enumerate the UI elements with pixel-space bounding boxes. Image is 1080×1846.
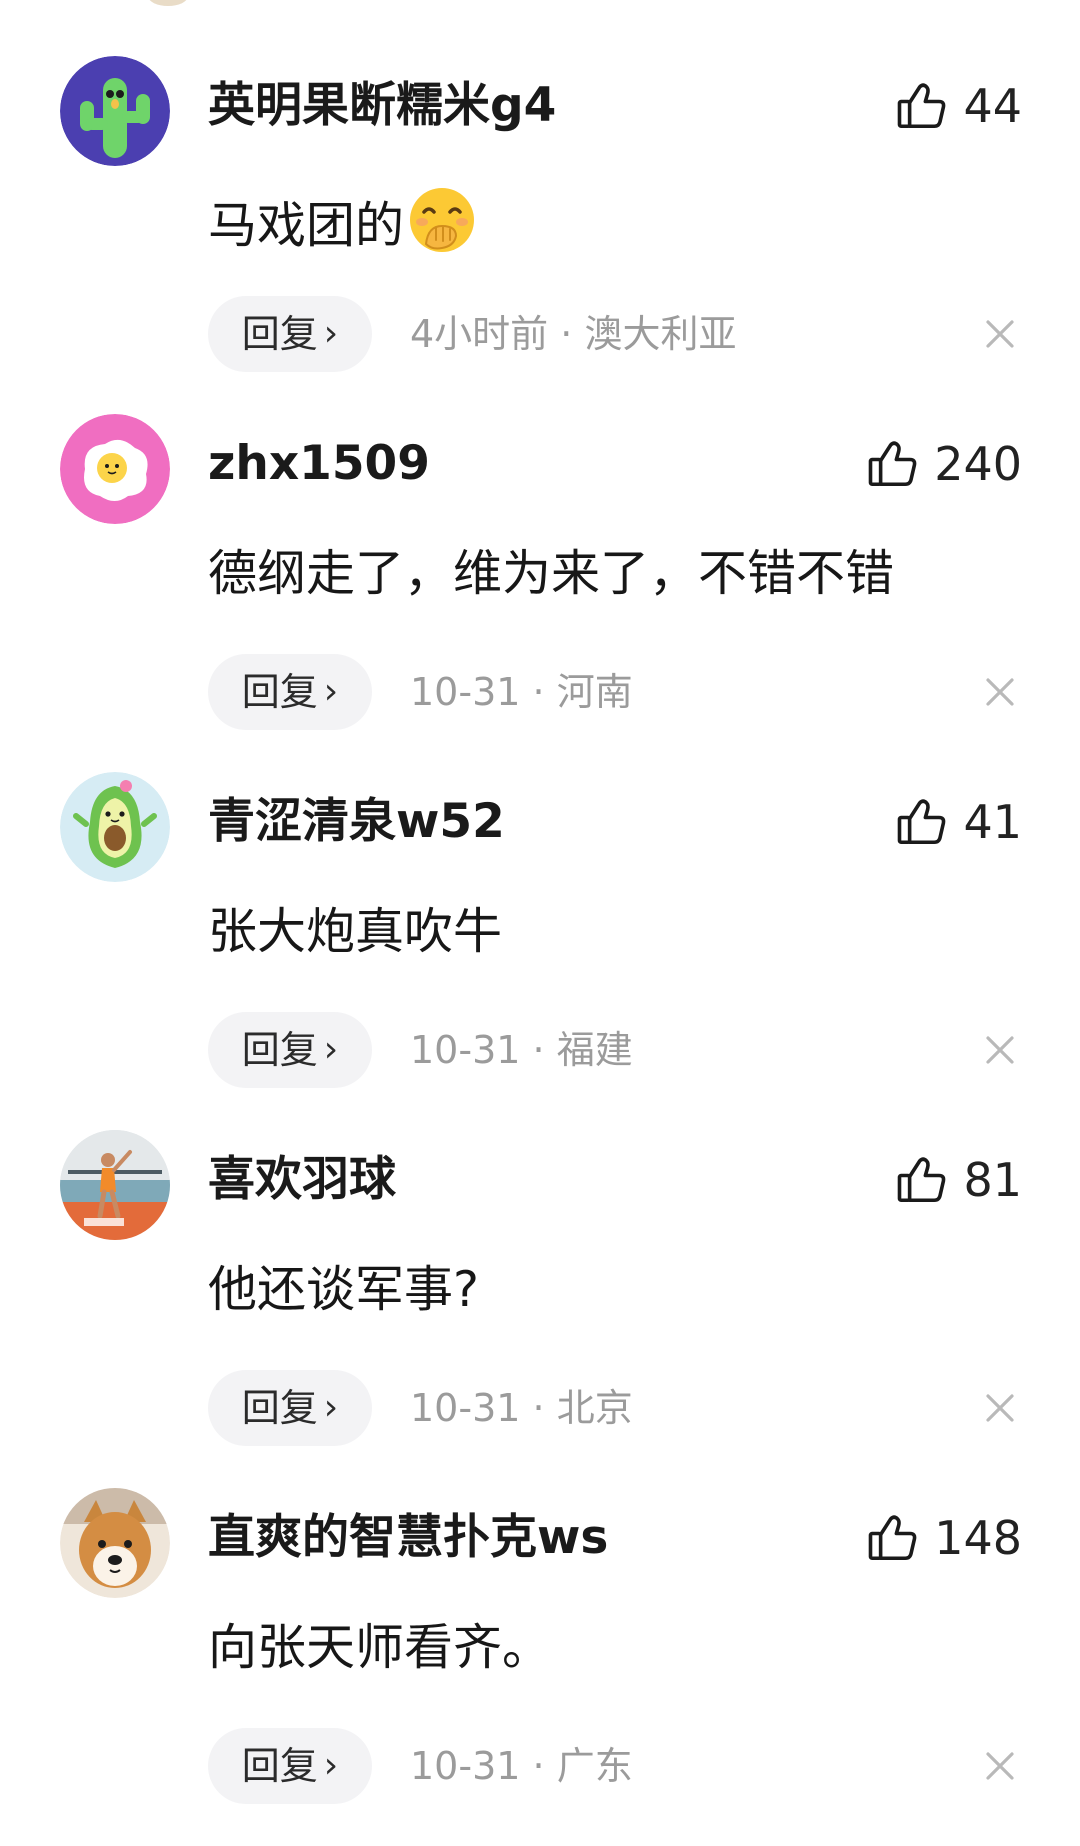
comment-meta: 10-31 · 广东 <box>410 1728 633 1804</box>
reply-button[interactable]: 回复 › <box>208 1728 372 1804</box>
comment-text: 马戏团的 <box>208 184 478 258</box>
reply-label: 回复 <box>241 1386 318 1430</box>
comment-text: 张大炮真吹牛 <box>208 903 503 960</box>
comment-meta: 10-31 · 福建 <box>410 1012 633 1088</box>
comment-time: 10-31 <box>410 1744 521 1788</box>
thumbs-up-icon <box>895 79 949 133</box>
like-button[interactable]: 240 <box>866 434 1022 494</box>
like-count: 41 <box>963 795 1022 849</box>
face-with-hand-over-mouth-icon <box>404 188 478 254</box>
comment-location: 河南 <box>556 670 633 714</box>
like-button[interactable]: 44 <box>895 76 1022 136</box>
reply-label: 回复 <box>241 1028 318 1072</box>
comment-meta: 4小时前 · 澳大利亚 <box>410 296 736 372</box>
comment-item: 直爽的智慧扑克ws 148 向张天师看齐。 回复 › 10-31 · 广东 <box>0 1488 1080 1846</box>
chevron-right-icon: › <box>323 313 339 354</box>
reply-label: 回复 <box>241 1744 318 1788</box>
previous-avatar-edge <box>148 0 188 6</box>
thumbs-up-icon <box>895 795 949 849</box>
reply-label: 回复 <box>241 670 318 714</box>
meta-separator: · <box>532 1028 545 1072</box>
username[interactable]: zhx1509 <box>208 434 430 494</box>
comment-item: 青涩清泉w52 41 张大炮真吹牛 回复 › 10-31 · 福建 <box>0 772 1080 1130</box>
close-icon[interactable] <box>978 1386 1022 1430</box>
like-count: 240 <box>934 437 1022 491</box>
reply-button[interactable]: 回复 › <box>208 296 372 372</box>
thumbs-up-icon <box>895 1153 949 1207</box>
comment-location: 澳大利亚 <box>584 312 737 356</box>
reply-button[interactable]: 回复 › <box>208 1370 372 1446</box>
comment-location: 北京 <box>556 1386 633 1430</box>
username[interactable]: 喜欢羽球 <box>208 1150 396 1210</box>
cactus-avatar[interactable] <box>60 56 170 166</box>
comment-meta: 10-31 · 河南 <box>410 654 633 730</box>
meta-separator: · <box>532 1386 545 1430</box>
chevron-right-icon: › <box>323 1387 339 1428</box>
like-count: 81 <box>963 1153 1022 1207</box>
meta-separator: · <box>560 312 573 356</box>
fried-egg-avatar[interactable] <box>60 414 170 524</box>
meta-separator: · <box>532 670 545 714</box>
comment-item: zhx1509 240 德纲走了，维为来了，不错不错 回复 › 10-31 · … <box>0 414 1080 772</box>
username[interactable]: 英明果断糯米g4 <box>208 76 556 136</box>
reply-button[interactable]: 回复 › <box>208 1012 372 1088</box>
chevron-right-icon: › <box>323 1029 339 1070</box>
close-icon[interactable] <box>978 1744 1022 1788</box>
comment-time: 10-31 <box>410 1386 521 1430</box>
close-icon[interactable] <box>978 1028 1022 1072</box>
comment-text-body: 马戏团的 <box>208 197 405 254</box>
comment-text: 他还谈军事? <box>208 1261 480 1318</box>
like-count: 44 <box>963 79 1022 133</box>
badminton-photo-avatar[interactable] <box>60 1130 170 1240</box>
shiba-dog-avatar[interactable] <box>60 1488 170 1598</box>
like-button[interactable]: 41 <box>895 792 1022 852</box>
meta-separator: · <box>532 1744 545 1788</box>
chevron-right-icon: › <box>323 1745 339 1786</box>
reply-label: 回复 <box>241 312 318 356</box>
like-button[interactable]: 81 <box>895 1150 1022 1210</box>
comment-location: 福建 <box>556 1028 633 1072</box>
comment-time: 10-31 <box>410 1028 521 1072</box>
comment-location: 广东 <box>556 1744 633 1788</box>
avocado-avatar[interactable] <box>60 772 170 882</box>
comment-item: 英明果断糯米g4 44 马戏团的 回复 › 4小时前 · 澳大利亚 <box>0 56 1080 414</box>
close-icon[interactable] <box>978 312 1022 356</box>
thumbs-up-icon <box>866 1511 920 1565</box>
comment-text: 德纲走了，维为来了，不错不错 <box>208 545 895 602</box>
username[interactable]: 青涩清泉w52 <box>208 792 505 852</box>
username[interactable]: 直爽的智慧扑克ws <box>208 1508 608 1568</box>
comment-meta: 10-31 · 北京 <box>410 1370 633 1446</box>
chevron-right-icon: › <box>323 671 339 712</box>
reply-button[interactable]: 回复 › <box>208 654 372 730</box>
close-icon[interactable] <box>978 670 1022 714</box>
comment-time: 4小时前 <box>410 312 549 356</box>
like-button[interactable]: 148 <box>866 1508 1022 1568</box>
thumbs-up-icon <box>866 437 920 491</box>
comment-item: 喜欢羽球 81 他还谈军事? 回复 › 10-31 · 北京 <box>0 1130 1080 1488</box>
comment-time: 10-31 <box>410 670 521 714</box>
comment-text: 向张天师看齐。 <box>208 1619 552 1676</box>
like-count: 148 <box>934 1511 1022 1565</box>
